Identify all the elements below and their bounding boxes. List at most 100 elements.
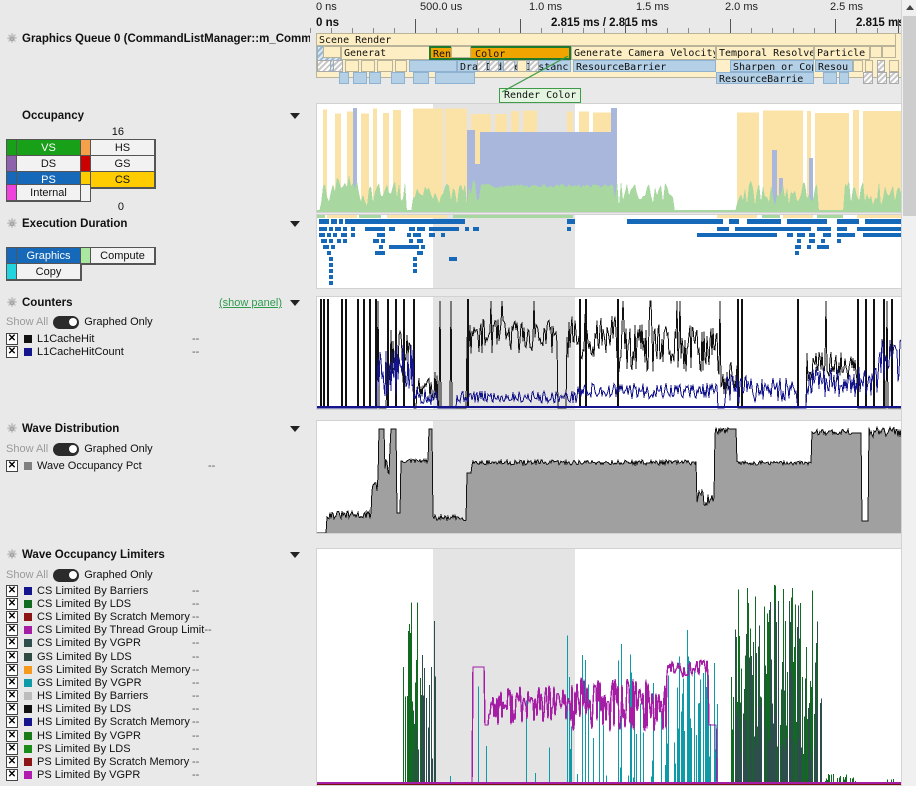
counter-remove-button[interactable]: ✕ (6, 333, 18, 345)
event-block[interactable]: Generate Camera Velocity (571, 46, 716, 60)
graphics-queue-track[interactable]: Scene Render GeneratRender ColorGenerate… (316, 33, 910, 78)
scroll-up-button[interactable] (902, 0, 916, 15)
event-block[interactable] (409, 60, 457, 72)
list-item[interactable]: ✕HS Limited By Barriers-- (0, 690, 310, 703)
event-block[interactable] (853, 60, 863, 72)
event-block[interactable] (395, 60, 407, 72)
event-block[interactable] (489, 60, 499, 72)
list-item[interactable]: ✕CS Limited By Scratch Memory-- (0, 610, 310, 623)
list-item[interactable]: ✕HS Limited By VGPR-- (0, 729, 310, 742)
vertical-scrollbar[interactable] (901, 0, 916, 786)
event-block[interactable]: ResourceBarrie (716, 72, 814, 84)
list-item[interactable]: ✕ L1CacheHitCount -- (0, 345, 310, 358)
event-block[interactable] (353, 72, 367, 84)
collapse-occupancy-caret[interactable] (290, 113, 300, 119)
limiter-remove-button[interactable]: ✕ (6, 598, 18, 610)
wave-distribution-graphed-only-toggle[interactable] (53, 443, 79, 456)
event-block[interactable]: Resou (815, 60, 853, 72)
execution-duration-graph[interactable] (316, 214, 910, 289)
wave-distribution-graph[interactable] (316, 420, 910, 534)
list-item[interactable]: ✕CS Limited By VGPR-- (0, 637, 310, 650)
counters-graphed-only-toggle[interactable] (53, 316, 79, 329)
list-item[interactable]: ✕ Wave Occupancy Pct -- (0, 459, 310, 472)
event-block[interactable] (339, 72, 349, 84)
event-block[interactable] (889, 60, 899, 72)
limiter-remove-button[interactable]: ✕ (6, 611, 18, 623)
wave-metric-remove-button[interactable]: ✕ (6, 460, 18, 472)
event-block[interactable] (435, 72, 475, 84)
list-item[interactable]: ✕CS Limited By Barriers-- (0, 584, 310, 597)
limiter-remove-button[interactable]: ✕ (6, 664, 18, 676)
list-item[interactable]: ✕GS Limited By LDS-- (0, 650, 310, 663)
event-block[interactable] (877, 60, 885, 72)
limiter-remove-button[interactable]: ✕ (6, 703, 18, 715)
event-block[interactable]: Temporal Resolve (716, 46, 814, 60)
limiter-remove-button[interactable]: ✕ (6, 769, 18, 781)
event-scene-render[interactable]: Scene Render (316, 33, 896, 46)
list-item[interactable]: ✕PS Limited By LDS-- (0, 742, 310, 755)
list-item[interactable]: ✕ L1CacheHit -- (0, 332, 310, 345)
event-block[interactable] (839, 72, 849, 84)
limiter-remove-button[interactable]: ✕ (6, 637, 18, 649)
event-block[interactable]: Sharpen or Cop (730, 60, 814, 72)
limiter-remove-button[interactable]: ✕ (6, 624, 18, 636)
event-block[interactable] (863, 72, 873, 84)
limiter-remove-button[interactable]: ✕ (6, 756, 18, 768)
section-header-counters[interactable]: Counters (show panel) (0, 294, 310, 312)
counters-graph[interactable] (316, 296, 910, 410)
limiter-remove-button[interactable]: ✕ (6, 677, 18, 689)
event-block[interactable] (877, 72, 887, 84)
collapse-wave-limiters-caret[interactable] (290, 552, 300, 558)
limiter-remove-button[interactable]: ✕ (6, 716, 18, 728)
section-header-wave-occupancy-limiters[interactable]: Wave Occupancy Limiters (0, 546, 310, 564)
limiter-remove-button[interactable]: ✕ (6, 690, 18, 702)
event-block[interactable] (477, 60, 487, 72)
show-panel-link[interactable]: (show panel) (219, 297, 282, 309)
collapse-execution-duration-caret[interactable] (290, 221, 300, 227)
section-header-execution-duration[interactable]: Execution Duration (0, 215, 310, 233)
event-block[interactable] (870, 46, 882, 58)
wave-limiters-graph[interactable] (316, 548, 910, 786)
wave-limiters-graphed-only-toggle[interactable] (53, 569, 79, 582)
event-block[interactable] (391, 72, 405, 84)
event-block[interactable] (865, 60, 873, 72)
list-item[interactable]: ✕GS Limited By Scratch Memory-- (0, 663, 310, 676)
event-block[interactable] (517, 60, 527, 72)
list-item[interactable]: ✕GS Limited By VGPR-- (0, 676, 310, 689)
event-block[interactable] (413, 72, 429, 84)
section-header-graphics-queue[interactable]: Graphics Queue 0 (CommandListManager::m_… (0, 30, 310, 48)
limiter-remove-button[interactable]: ✕ (6, 585, 18, 597)
list-item[interactable]: ✕PS Limited By VGPR-- (0, 769, 310, 782)
event-block[interactable] (333, 60, 343, 72)
limiter-remove-button[interactable]: ✕ (6, 743, 18, 755)
event-block[interactable] (369, 72, 381, 84)
event-block[interactable] (503, 60, 515, 72)
event-block[interactable] (361, 60, 375, 72)
occupancy-graph[interactable] (316, 103, 910, 213)
list-item[interactable]: ✕CS Limited By Thread Group Limit-- (0, 624, 310, 637)
collapse-counters-caret[interactable] (290, 300, 300, 306)
event-block[interactable] (529, 60, 539, 72)
event-block[interactable] (451, 46, 471, 58)
list-item[interactable]: ✕CS Limited By LDS-- (0, 597, 310, 610)
event-block[interactable]: ResourceBarrier (573, 60, 716, 72)
time-ruler[interactable]: 0 ns 500.0 us 1.0 ms 1.5 ms 2.0 ms 2.5 m… (310, 0, 916, 33)
counter-remove-button[interactable]: ✕ (6, 346, 18, 358)
list-item[interactable]: ✕HS Limited By Scratch Memory-- (0, 716, 310, 729)
event-block[interactable] (823, 72, 837, 84)
scrollbar-thumb[interactable] (903, 16, 916, 216)
section-header-wave-distribution[interactable]: Wave Distribution (0, 420, 310, 438)
list-item[interactable]: ✕HS Limited By LDS-- (0, 703, 310, 716)
event-block[interactable] (345, 60, 359, 72)
section-header-occupancy[interactable]: Occupancy (0, 107, 310, 125)
list-item[interactable]: ✕PS Limited By Scratch Memory-- (0, 755, 310, 768)
event-block[interactable] (323, 46, 341, 58)
event-block[interactable] (882, 46, 896, 58)
limiter-remove-button[interactable]: ✕ (6, 730, 18, 742)
event-block[interactable] (889, 72, 899, 84)
event-block[interactable] (317, 60, 331, 72)
event-block[interactable]: Particle (814, 46, 870, 60)
collapse-wave-distribution-caret[interactable] (290, 426, 300, 432)
event-block[interactable] (377, 60, 393, 72)
limiter-remove-button[interactable]: ✕ (6, 651, 18, 663)
